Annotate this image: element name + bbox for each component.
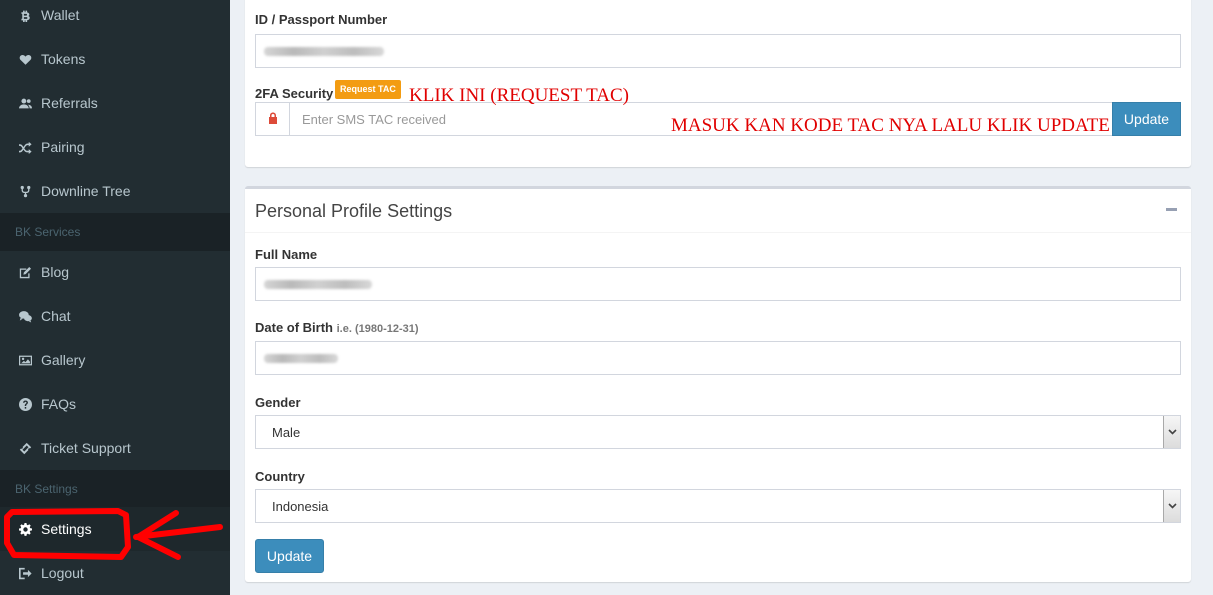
country-label: Country bbox=[255, 469, 305, 484]
question-circle-icon bbox=[18, 397, 32, 411]
annotation-enter-tac: MASUK KAN KODE TAC NYA LALU KLIK UPDATE bbox=[671, 115, 1110, 136]
users-icon bbox=[18, 96, 32, 110]
sidebar-item-label: Wallet bbox=[41, 7, 80, 23]
sidebar-item-referrals[interactable]: Referrals bbox=[0, 81, 230, 125]
security-box: ID / Passport Number 2FA Security Reques… bbox=[245, 0, 1191, 167]
ticket-icon bbox=[18, 441, 32, 455]
sign-out-icon bbox=[18, 566, 32, 580]
bitcoin-icon bbox=[18, 8, 32, 22]
blurred-value bbox=[264, 354, 338, 363]
blurred-value bbox=[264, 280, 372, 289]
request-tac-button[interactable]: Request TAC bbox=[335, 80, 401, 99]
code-fork-icon bbox=[18, 184, 32, 198]
sidebar-item-label: Tokens bbox=[41, 51, 86, 67]
sidebar-item-label: Gallery bbox=[41, 352, 86, 368]
gender-value: Male bbox=[272, 425, 301, 440]
heart-icon bbox=[18, 52, 32, 66]
sidebar-item-tokens[interactable]: Tokens bbox=[0, 37, 230, 81]
random-icon bbox=[18, 140, 32, 154]
twofa-label: 2FA Security bbox=[255, 86, 334, 101]
full-name-label: Full Name bbox=[255, 247, 318, 262]
image-icon bbox=[18, 353, 32, 367]
sidebar-item-logout[interactable]: Logout bbox=[0, 551, 230, 595]
dob-label: Date of Birth i.e. (1980-12-31) bbox=[255, 320, 419, 335]
dob-label-text: Date of Birth bbox=[255, 320, 333, 335]
chat-icon bbox=[18, 309, 32, 323]
profile-box: Personal Profile Settings Full Name Date… bbox=[245, 186, 1191, 582]
sidebar-item-blog[interactable]: Blog bbox=[0, 250, 230, 294]
annotation-request-tac: KLIK INI (REQUEST TAC) bbox=[409, 85, 629, 106]
sidebar-item-label: FAQs bbox=[41, 396, 77, 412]
sidebar-section-header: BK Services bbox=[0, 213, 230, 251]
id-passport-label: ID / Passport Number bbox=[255, 12, 388, 27]
gender-label: Gender bbox=[255, 395, 301, 410]
country-value: Indonesia bbox=[272, 499, 329, 514]
tac-input-addon bbox=[255, 102, 290, 136]
sidebar-item-faqs[interactable]: FAQs bbox=[0, 382, 230, 426]
sidebar-item-pairing[interactable]: Pairing bbox=[0, 125, 230, 169]
sidebar-item-label: Chat bbox=[41, 308, 71, 324]
gender-select[interactable]: Male bbox=[255, 415, 1181, 449]
gear-icon bbox=[18, 522, 32, 536]
profile-box-header: Personal Profile Settings bbox=[245, 189, 1191, 233]
sidebar-item-wallet[interactable]: Wallet bbox=[0, 0, 230, 37]
update-tac-button[interactable]: Update bbox=[1112, 102, 1181, 136]
chevron-down-icon[interactable] bbox=[1163, 490, 1180, 522]
sidebar-item-gallery[interactable]: Gallery bbox=[0, 338, 230, 382]
sidebar-item-label: Referrals bbox=[41, 95, 98, 111]
full-name-input[interactable] bbox=[255, 267, 1181, 301]
edit-icon bbox=[18, 265, 32, 279]
dob-hint: i.e. (1980-12-31) bbox=[336, 323, 419, 335]
update-profile-button[interactable]: Update bbox=[255, 539, 324, 573]
sidebar-item-label: Downline Tree bbox=[41, 183, 131, 199]
sidebar-item-settings[interactable]: Settings bbox=[0, 507, 230, 551]
box-title: Personal Profile Settings bbox=[255, 201, 453, 221]
sidebar: Wallet Tokens Referrals Pairing Downline… bbox=[0, 0, 230, 595]
country-select[interactable]: Indonesia bbox=[255, 489, 1181, 523]
chevron-down-icon[interactable] bbox=[1163, 416, 1180, 448]
sidebar-item-chat[interactable]: Chat bbox=[0, 294, 230, 338]
lock-icon bbox=[268, 111, 278, 127]
id-passport-input[interactable] bbox=[255, 34, 1181, 68]
sidebar-item-label: Settings bbox=[41, 521, 92, 537]
sidebar-item-label: Blog bbox=[41, 264, 70, 280]
sidebar-item-label: Pairing bbox=[41, 139, 85, 155]
dob-input[interactable] bbox=[255, 341, 1181, 375]
sidebar-item-downline-tree[interactable]: Downline Tree bbox=[0, 169, 230, 213]
sidebar-section-header: BK Settings bbox=[0, 470, 230, 508]
sidebar-item-ticket-support[interactable]: Ticket Support bbox=[0, 426, 230, 470]
sidebar-item-label: Ticket Support bbox=[41, 440, 131, 456]
blurred-value bbox=[264, 47, 384, 56]
sidebar-item-label: Logout bbox=[41, 565, 84, 581]
collapse-icon[interactable] bbox=[1166, 208, 1177, 211]
